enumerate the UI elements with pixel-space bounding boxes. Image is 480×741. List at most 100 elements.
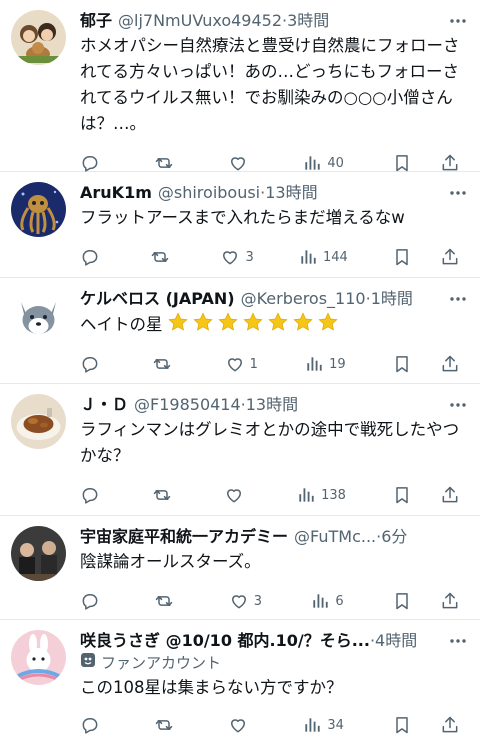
display-name[interactable]: Ｊ・Ｄ [80,394,128,416]
like-button[interactable]: 3 [229,591,262,611]
tweet[interactable]: 郁子 @lj7NmUVuxo49452 · 3時間 ホメオパシー自然療法と豊受け… [0,0,480,172]
timestamp[interactable]: 13時間 [246,394,298,416]
retweet-icon [152,354,172,374]
share-button[interactable] [440,247,466,267]
views-button[interactable]: 138 [296,485,346,505]
reply-icon [80,485,100,505]
retweet-button[interactable] [150,247,176,267]
reply-button[interactable] [80,247,106,267]
share-button[interactable] [440,591,466,611]
reply-icon [80,153,100,173]
tweet[interactable]: Ｊ・Ｄ @F19850414 · 13時間 ラフィンマンはグレミオとかの途中で戦… [0,384,480,516]
more-icon[interactable] [448,396,468,414]
tweet[interactable]: AruK1m @shiroibousi · 13時間 フラットアースまで入れたら… [0,172,480,278]
bookmark-icon [392,715,412,735]
display-name[interactable]: AruK1m [80,182,152,204]
avatar[interactable] [11,630,66,685]
reply-button[interactable] [80,354,106,374]
tweet[interactable]: 宇宙家庭平和統一アカデミー @FuTMc... · 6分 陰謀論オールスターズ。… [0,516,480,620]
retweet-button[interactable] [154,591,180,611]
reply-button[interactable] [80,153,106,173]
avatar[interactable] [11,182,66,237]
more-icon[interactable] [448,12,468,30]
reply-icon [80,354,100,374]
timestamp[interactable]: 1時間 [371,288,413,310]
like-count: 1 [249,356,258,372]
share-button[interactable] [440,354,466,374]
share-button[interactable] [440,153,466,173]
views-count: 19 [329,356,346,372]
share-icon [440,591,460,611]
views-button[interactable]: 6 [310,591,344,611]
handle[interactable]: @FuTMc... [294,526,376,548]
views-icon [310,591,330,611]
views-button[interactable]: 40 [302,153,344,173]
timestamp[interactable]: 6分 [381,526,407,548]
avatar[interactable] [11,288,66,343]
tweet-text: フラットアースまで入れたらまだ増えるなw [80,208,405,227]
bookmark-button[interactable] [392,153,418,173]
views-button[interactable]: 34 [302,715,344,735]
reply-button[interactable] [80,591,106,611]
tweet-header: 郁子 @lj7NmUVuxo49452 · 3時間 [80,10,468,32]
handle[interactable]: @lj7NmUVuxo49452 [118,10,282,32]
display-name[interactable]: ケルベロス (JAPAN) [80,288,235,310]
like-button[interactable] [228,715,254,735]
reply-button[interactable] [80,715,106,735]
views-button[interactable]: 144 [298,247,348,267]
bookmark-icon [392,247,412,267]
share-icon [440,715,460,735]
avatar[interactable] [11,394,66,449]
bookmark-button[interactable] [392,485,418,505]
like-button[interactable]: 1 [225,354,258,374]
tweet[interactable]: ケルベロス (JAPAN) @Kerberos_110 · 1時間 ヘイトの星 … [0,278,480,384]
handle[interactable]: @shiroibousi [158,182,260,204]
bookmark-button[interactable] [392,354,418,374]
tweet-header: 咲良うさぎ @10/10 都内.10/？そら... · 4時間 [80,630,468,652]
like-button[interactable]: 3 [220,247,254,267]
avatar[interactable] [11,526,66,581]
action-bar: 3 6 [80,581,468,621]
views-count: 40 [327,155,344,171]
avatar[interactable] [11,10,66,65]
retweet-button[interactable] [152,485,178,505]
share-button[interactable] [440,485,466,505]
retweet-icon [150,247,170,267]
bookmark-icon [392,485,412,505]
timestamp[interactable]: 4時間 [375,630,417,652]
retweet-icon [154,715,174,735]
share-icon [440,485,460,505]
bookmark-button[interactable] [392,715,418,735]
tweet-text: ホメオパシー自然療法と豊受け自然農にフォローされてる方々いっぱい！あの…どっちに… [80,36,460,133]
handle[interactable]: @Kerberos_110 [241,288,366,310]
retweet-button[interactable] [154,715,180,735]
timestamp[interactable]: 3時間 [287,10,329,32]
like-button[interactable] [228,153,254,173]
display-name[interactable]: 郁子 [80,10,112,32]
retweet-button[interactable] [152,354,178,374]
timeline: 郁子 @lj7NmUVuxo49452 · 3時間 ホメオパシー自然療法と豊受け… [0,0,480,741]
share-icon [440,247,460,267]
tweet[interactable]: 咲良うさぎ @10/10 都内.10/？そら... · 4時間 ファンアカウント… [0,620,480,741]
timestamp[interactable]: 13時間 [265,182,317,204]
bookmark-button[interactable] [392,591,418,611]
retweet-button[interactable] [154,153,180,173]
share-button[interactable] [440,715,466,735]
display-name[interactable]: 宇宙家庭平和統一アカデミー [80,526,288,548]
bookmark-button[interactable] [392,247,418,267]
action-bar: 1 19 [80,344,468,384]
reply-button[interactable] [80,485,106,505]
star-icon [167,312,188,331]
more-icon[interactable] [448,184,468,202]
fan-account-text: ファンアカウント [101,654,222,672]
display-name[interactable]: 咲良うさぎ @10/10 都内.10/？そら... [80,630,370,652]
more-icon[interactable] [448,290,468,308]
star-icon [292,312,313,331]
handle[interactable]: @F19850414 [134,394,241,416]
like-button[interactable] [224,485,250,505]
like-icon [220,247,240,267]
tweet-text: ヘイトの星 [80,311,468,338]
views-button[interactable]: 19 [304,354,346,374]
more-icon[interactable] [448,632,468,650]
avatar-image-icon [11,288,66,343]
